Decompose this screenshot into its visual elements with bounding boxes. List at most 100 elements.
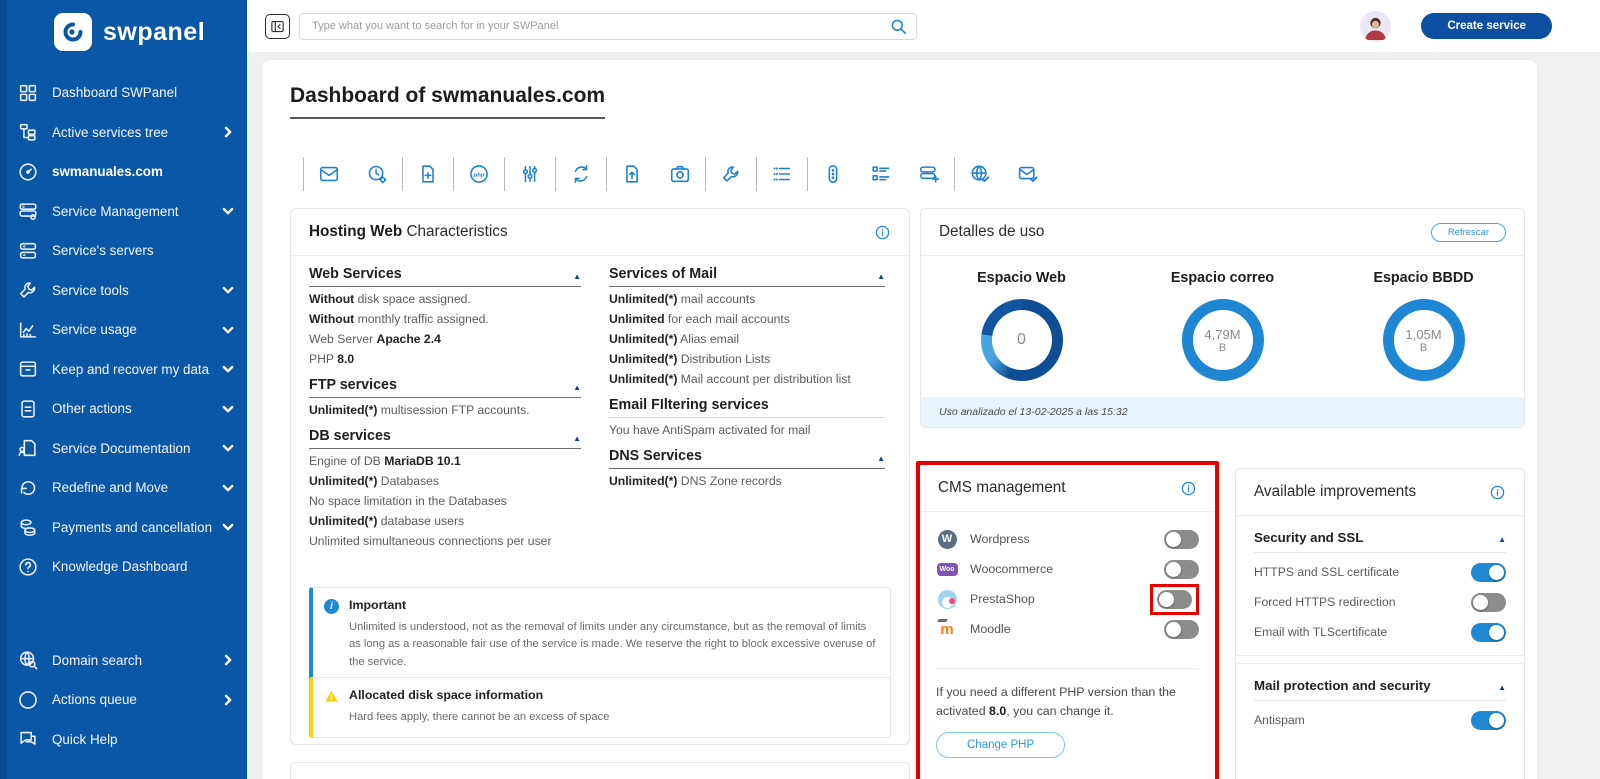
- section-title: Mail protection and security: [1254, 678, 1431, 693]
- antispam-toggle[interactable]: [1471, 710, 1506, 730]
- cms-name: Moodle: [970, 622, 1011, 636]
- sidebar-item-service-usage[interactable]: Service usage: [0, 310, 247, 350]
- note-text: Unlimited is understood, not as the remo…: [349, 621, 876, 668]
- collapse-arrow-icon[interactable]: ▲: [573, 272, 581, 282]
- woocommerce-logo-icon: Woo: [936, 562, 958, 576]
- chevron-down-icon: [222, 205, 234, 217]
- usage-footer: Uso analizado el 13-02-2025 a las 15:32: [921, 397, 1524, 427]
- section-title: Security and SSL: [1254, 530, 1364, 545]
- mail-check-icon[interactable]: [1016, 162, 1040, 186]
- chart-icon: [17, 319, 39, 341]
- panel-info-icon[interactable]: [874, 224, 891, 241]
- create-service-button[interactable]: Create service: [1421, 13, 1552, 39]
- section-title: Services of Mail: [609, 266, 718, 282]
- sidebar-item-active-services-tree[interactable]: Active services tree: [0, 113, 247, 153]
- woocommerce-toggle[interactable]: [1164, 559, 1199, 579]
- email-with-tlscertificate-toggle[interactable]: [1471, 622, 1506, 642]
- status-pill-icon[interactable]: [821, 162, 845, 186]
- sidebar-item-label: Other actions: [52, 401, 132, 417]
- collapse-arrow-icon[interactable]: ▲: [877, 272, 885, 282]
- https-and-ssl-certificate-toggle[interactable]: [1471, 562, 1506, 582]
- sidebar-collapse-button[interactable]: [265, 13, 290, 39]
- clock-gear-icon[interactable]: [365, 162, 389, 186]
- toolbar-separator: [303, 157, 304, 191]
- sync-icon[interactable]: [569, 162, 593, 186]
- section-header: FTP services ▲: [309, 377, 581, 398]
- file-plus-icon[interactable]: [416, 162, 440, 186]
- note-title: Important: [349, 598, 407, 612]
- sidebar-item-knowledge-dashboard[interactable]: Knowledge Dashboard: [0, 547, 247, 587]
- feature-line: Unlimited for each mail accounts: [609, 312, 790, 326]
- toolbar-separator: [555, 157, 556, 191]
- change-php-button[interactable]: Change PHP: [936, 732, 1066, 759]
- divider: [936, 668, 1199, 669]
- feature-line: Unlimited(*) multisession FTP accounts.: [309, 403, 530, 417]
- panel-info-icon[interactable]: [1180, 480, 1197, 497]
- chevron-down-icon: [222, 442, 234, 454]
- sidebar-item-dashboard-swpanel[interactable]: Dashboard SWPanel: [0, 73, 247, 113]
- sliders-icon[interactable]: [518, 162, 542, 186]
- wrench-icon[interactable]: [719, 162, 743, 186]
- prestashop-toggle[interactable]: [1157, 589, 1192, 609]
- toolbar-separator: [954, 157, 955, 191]
- prestashop-logo-icon: [937, 589, 957, 609]
- php-icon[interactable]: php: [467, 162, 491, 186]
- panel-info-icon[interactable]: [1489, 484, 1506, 501]
- swpanel-logo-icon: [54, 13, 92, 51]
- logo[interactable]: swpanel: [0, 0, 247, 51]
- collapse-arrow-icon[interactable]: ▲: [1498, 683, 1506, 693]
- wordpress-logo-icon: W: [937, 529, 957, 549]
- sidebar-item-swmanuales-com[interactable]: swmanuales.com: [0, 152, 247, 192]
- collapse-arrow-icon[interactable]: ▲: [1498, 535, 1506, 545]
- search-icon[interactable]: [889, 17, 908, 36]
- list-squares-icon[interactable]: [869, 162, 893, 186]
- server-plus-icon[interactable]: [917, 162, 941, 186]
- feature-line: Without disk space assigned.: [309, 292, 471, 306]
- document-icon: [17, 398, 39, 420]
- improvement-section-header: Mail protection and security ▲: [1254, 664, 1506, 701]
- cms-panel-title: CMS management: [938, 479, 1066, 496]
- collapse-arrow-icon[interactable]: ▲: [573, 434, 581, 444]
- improvement-label: Email with TLScertificate: [1254, 625, 1388, 639]
- section-header: DB services ▲: [309, 428, 581, 449]
- chevron-right-icon: [222, 126, 234, 138]
- usage-donut-espacio-bbdd: Espacio BBDD 1,05M B: [1323, 270, 1524, 381]
- donut-chart: 1,05M B: [1382, 299, 1465, 381]
- search-input[interactable]: [299, 12, 917, 40]
- sidebar-item-service-s-servers[interactable]: Service's servers: [0, 231, 247, 271]
- globe-check-icon[interactable]: [968, 162, 992, 186]
- refresh-button[interactable]: Refrescar: [1430, 222, 1506, 242]
- sidebar-item-domain-search[interactable]: Domain search: [0, 641, 247, 681]
- sidebar-item-label: swmanuales.com: [52, 164, 163, 180]
- hosting-section: FTP services ▲ Unlimited(*) multisession…: [309, 377, 581, 418]
- sidebar-item-keep-and-recover-my-data[interactable]: Keep and recover my data: [0, 350, 247, 390]
- section-title: DB services: [309, 428, 391, 444]
- warning-icon: [324, 689, 339, 704]
- user-avatar[interactable]: [1360, 10, 1392, 42]
- forced-https-redirection-toggle[interactable]: [1471, 592, 1506, 612]
- chevron-right-icon: [222, 694, 234, 706]
- circle-icon: [17, 689, 39, 711]
- sidebar-item-label: Service usage: [52, 322, 137, 338]
- sidebar-item-payments-and-cancellation[interactable]: Payments and cancellation: [0, 508, 247, 548]
- sidebar-item-service-management[interactable]: Service Management: [0, 192, 247, 232]
- sidebar-item-service-documentation[interactable]: Service Documentation: [0, 429, 247, 469]
- wordpress-toggle[interactable]: [1164, 529, 1199, 549]
- camera-icon[interactable]: [668, 162, 692, 186]
- dotted-list-icon[interactable]: [770, 162, 794, 186]
- toolbar-separator: [606, 157, 607, 191]
- chevron-down-icon: [222, 324, 234, 336]
- moodle-toggle[interactable]: [1164, 619, 1199, 639]
- mail-icon[interactable]: [317, 162, 341, 186]
- sidebar-item-service-tools[interactable]: Service tools: [0, 271, 247, 311]
- collapse-arrow-icon[interactable]: ▲: [877, 454, 885, 464]
- sidebar-item-other-actions[interactable]: Other actions: [0, 389, 247, 429]
- collapse-arrow-icon[interactable]: ▲: [573, 383, 581, 393]
- sidebar-item-redefine-and-move[interactable]: Redefine and Move: [0, 468, 247, 508]
- collapse-panel-icon: [270, 19, 285, 34]
- sidebar-item-actions-queue[interactable]: Actions queue: [0, 680, 247, 720]
- file-upload-icon[interactable]: [620, 162, 644, 186]
- chevron-down-icon: [222, 284, 234, 296]
- available-improvements-panel: Available improvements Security and SSL …: [1235, 468, 1525, 779]
- sidebar-item-quick-help[interactable]: Quick Help: [0, 720, 247, 760]
